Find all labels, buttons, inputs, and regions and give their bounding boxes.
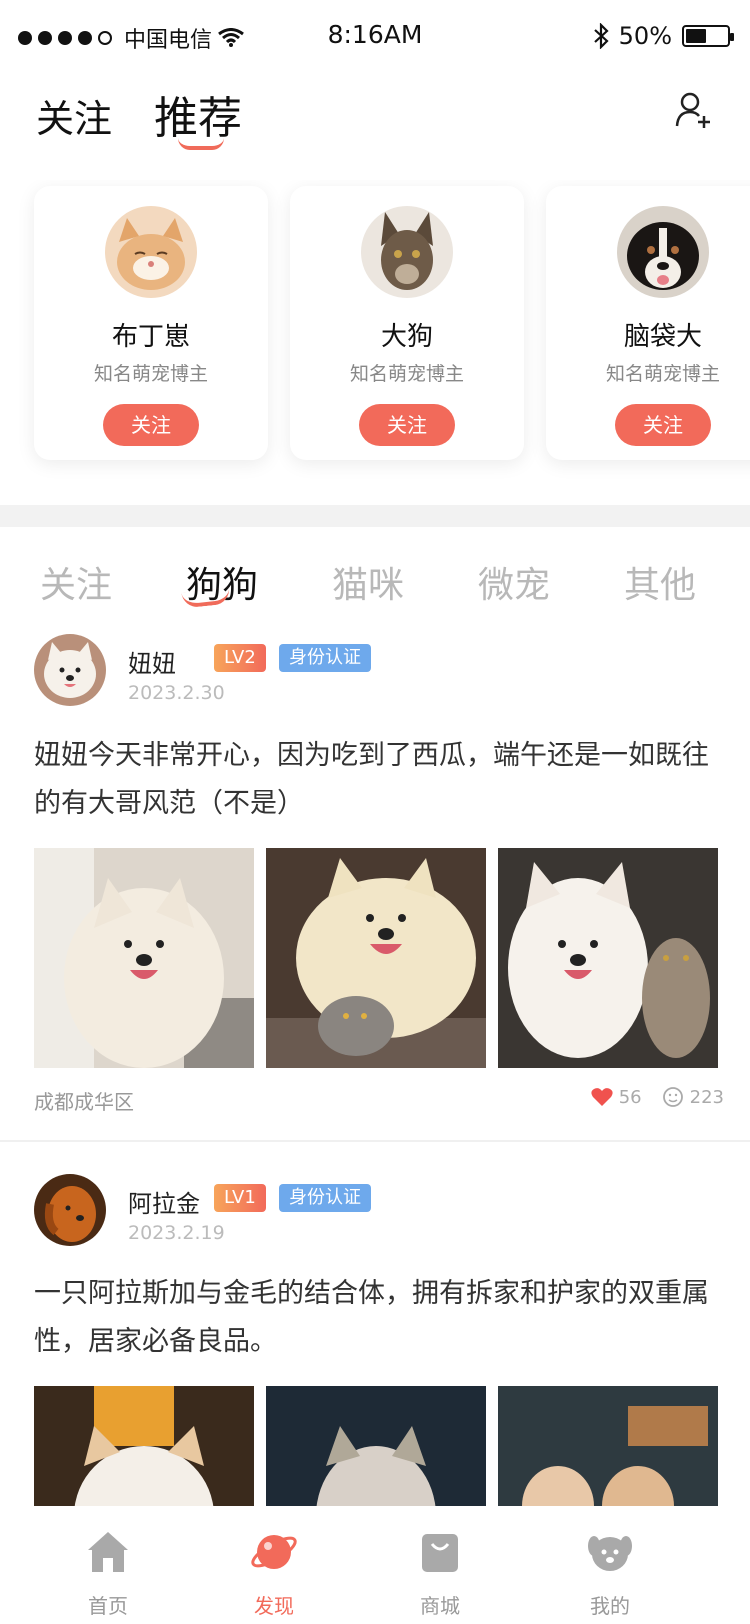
post-image[interactable]	[498, 848, 718, 1068]
follow-button[interactable]: 关注	[103, 404, 199, 446]
avatar[interactable]	[34, 1174, 106, 1246]
battery-percent: 50%	[618, 22, 672, 50]
post-image[interactable]	[266, 1386, 486, 1506]
blogger-name: 大狗	[380, 322, 433, 352]
top-header: 关注 推荐	[0, 74, 750, 164]
bottom-navigation: 首页 发现 商城 我的	[0, 1516, 750, 1624]
category-tab-small-pets[interactable]: 微宠	[478, 556, 550, 608]
tab-following[interactable]: 关注	[36, 88, 112, 143]
nav-label: 商城	[420, 1594, 460, 1618]
post-username[interactable]: 妞妞	[128, 644, 176, 679]
nav-label: 发现	[254, 1594, 294, 1618]
post-text: 妞妞今天非常开心，因为吃到了西瓜，端午还是一如既往的有大哥风范（不是）	[34, 740, 709, 819]
post-username[interactable]: 阿拉金	[128, 1184, 200, 1219]
nav-home[interactable]: 首页	[48, 1528, 168, 1619]
nav-discover[interactable]: 发现	[214, 1528, 334, 1619]
blogger-desc: 知名萌宠博主	[605, 363, 720, 385]
dog-photo	[34, 848, 254, 1068]
category-tab-cats[interactable]: 猫咪	[332, 556, 404, 608]
tab-recommended[interactable]: 推荐	[154, 82, 242, 146]
verified-badge: 身份认证	[279, 1184, 371, 1212]
cat-avatar-image	[105, 206, 197, 298]
cat-avatar-image	[361, 206, 453, 298]
nav-label: 我的	[590, 1594, 630, 1618]
section-divider	[0, 505, 750, 527]
dog-avatar-image	[34, 1174, 106, 1246]
avatar[interactable]	[617, 206, 709, 298]
cat-photo	[498, 1386, 718, 1506]
post-location: 成都成华区	[34, 1090, 134, 1114]
blogger-card[interactable]: 脑袋大 知名萌宠博主 关注	[546, 186, 750, 460]
dog-avatar-image	[34, 634, 106, 706]
like-button[interactable]: 56	[591, 1087, 642, 1108]
post-images	[34, 1386, 724, 1506]
active-tab-indicator	[178, 138, 224, 150]
post-image[interactable]	[34, 1386, 254, 1506]
post-card[interactable]: 妞妞 LV2 身份认证 2023.2.30 妞妞今天非常开心，因为吃到了西瓜，端…	[0, 630, 750, 1130]
battery-icon	[682, 25, 734, 47]
avatar[interactable]	[361, 206, 453, 298]
nav-mall[interactable]: 商城	[380, 1528, 500, 1619]
cat-photo	[34, 1386, 254, 1506]
dog-photo	[498, 848, 718, 1068]
nav-profile[interactable]: 我的	[550, 1528, 670, 1619]
comment-button[interactable]: 223	[662, 1086, 724, 1108]
nav-label: 首页	[88, 1594, 128, 1618]
blogger-name: 布丁崽	[111, 322, 190, 352]
follow-button[interactable]: 关注	[615, 404, 711, 446]
level-badge: LV1	[214, 1184, 266, 1212]
comment-icon	[662, 1087, 683, 1107]
post-text: 一只阿拉斯加与金毛的结合体，拥有拆家和护家的双重属性，居家必备良品。	[34, 1278, 709, 1357]
post-date: 2023.2.19	[128, 1222, 225, 1244]
blogger-name: 脑袋大	[623, 322, 702, 352]
bluetooth-icon	[593, 23, 609, 49]
dog-face-icon	[588, 1536, 632, 1571]
category-tab-others[interactable]: 其他	[624, 556, 696, 608]
blogger-card[interactable]: 大狗 知名萌宠博主 关注	[290, 186, 524, 460]
blogger-desc: 知名萌宠博主	[349, 363, 464, 385]
heart-icon	[591, 1088, 613, 1106]
level-badge: LV2	[214, 644, 266, 672]
recommended-bloggers[interactable]: 布丁崽 知名萌宠博主 关注 大狗 知名萌宠博主 关注 脑袋大 知名萌宠博主 关注	[0, 180, 750, 480]
blogger-desc: 知名萌宠博主	[93, 363, 208, 385]
post-stats: 56 223	[591, 1086, 724, 1108]
category-tabs: 关注 狗狗 猫咪 微宠 其他	[0, 548, 750, 618]
status-right: 50%	[593, 22, 734, 50]
status-bar: 中国电信 8:16AM 50%	[0, 0, 750, 74]
avatar[interactable]	[105, 206, 197, 298]
add-user-icon[interactable]	[674, 90, 714, 130]
post-image[interactable]	[34, 848, 254, 1068]
like-count: 56	[618, 1086, 642, 1108]
post-separator	[0, 1140, 750, 1142]
post-card[interactable]: 阿拉金 LV1 身份认证 2023.2.19 一只阿拉斯加与金毛的结合体，拥有拆…	[0, 1170, 750, 1520]
cat-photo	[266, 1386, 486, 1506]
shopping-bag-icon	[422, 1534, 458, 1572]
avatar[interactable]	[34, 634, 106, 706]
verified-badge: 身份认证	[279, 644, 371, 672]
home-icon	[88, 1532, 128, 1572]
post-images	[34, 848, 724, 1068]
dog-photo	[266, 848, 486, 1068]
post-image[interactable]	[498, 1386, 718, 1506]
blogger-card[interactable]: 布丁崽 知名萌宠博主 关注	[34, 186, 268, 460]
battery-fill	[686, 29, 706, 43]
post-image[interactable]	[266, 848, 486, 1068]
comment-count: 223	[689, 1086, 724, 1108]
dog-avatar-image	[617, 206, 709, 298]
planet-icon	[251, 1535, 297, 1569]
category-tab-following[interactable]: 关注	[40, 556, 112, 608]
post-date: 2023.2.30	[128, 682, 225, 704]
post-footer: 成都成华区 56 223	[34, 1086, 724, 1116]
follow-button[interactable]: 关注	[359, 404, 455, 446]
